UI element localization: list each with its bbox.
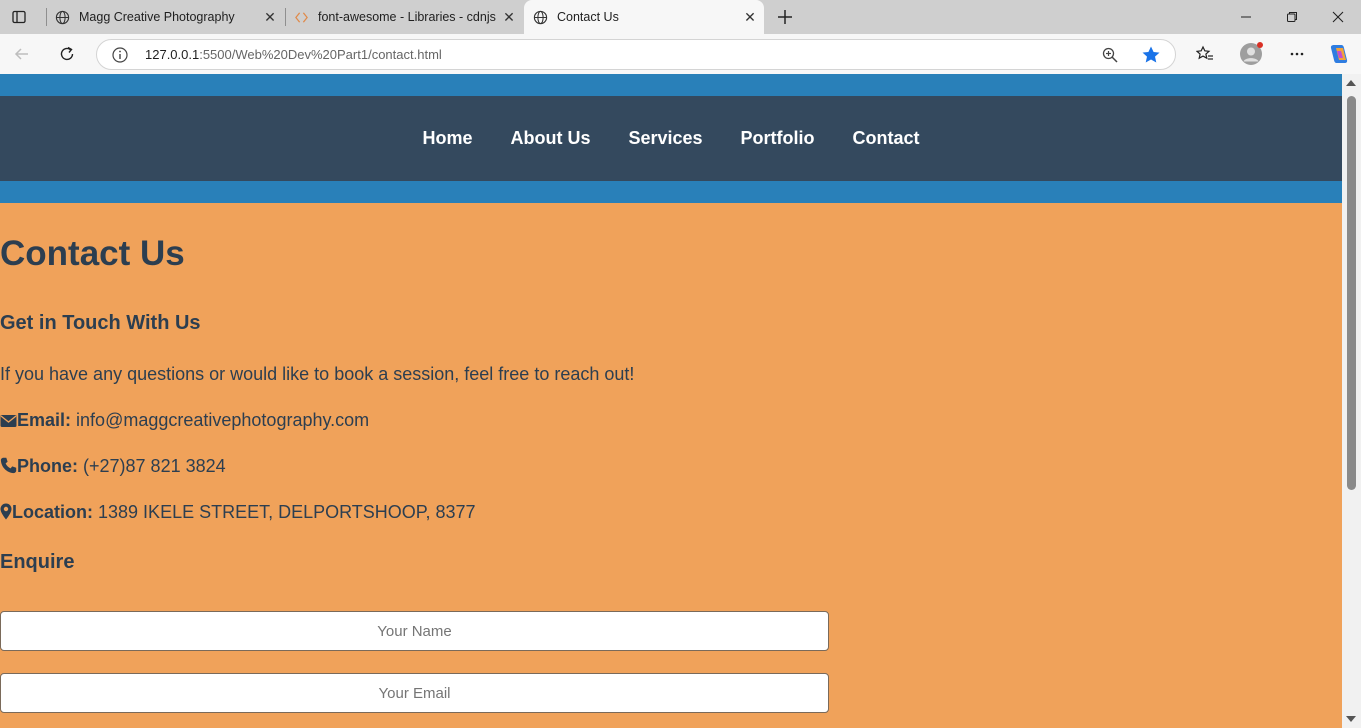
arrow-left-icon [14,48,28,60]
location-value: 1389 IKELE STREET, DELPORTSHOOP, 8377 [98,502,476,522]
favorites-button[interactable] [1191,40,1219,68]
close-tab-icon[interactable]: ✕ [260,7,280,27]
globe-icon [54,9,70,25]
name-input[interactable] [0,611,829,651]
scroll-up-arrow-icon[interactable] [1346,80,1356,86]
minimize-icon [1241,16,1251,18]
nav-link-services[interactable]: Services [628,128,702,149]
close-tab-icon[interactable]: ✕ [740,7,760,27]
more-dots-icon [1290,52,1304,56]
code-brackets-icon [293,9,309,25]
favorite-star-icon[interactable] [1141,45,1161,65]
tab-font-awesome[interactable]: font-awesome - Libraries - cdnjs - T ✕ [285,0,523,34]
browser-toolbar: 127.0.0.1:5500/Web%20Dev%20Part1/contact… [0,34,1361,74]
copilot-icon [1330,45,1348,63]
tab-title: Contact Us [557,10,619,24]
map-marker-icon [0,503,12,520]
tab-strip: Magg Creative Photography ✕ font-awesome… [0,0,1361,34]
enquire-heading: Enquire [0,551,75,573]
tab-contact-us[interactable]: Contact Us ✕ [524,0,764,34]
nav-link-about-us[interactable]: About Us [510,128,590,149]
phone-label: Phone: [17,456,78,476]
profile-button[interactable] [1237,40,1265,68]
zoom-icon[interactable] [1101,46,1119,64]
page-title: Contact Us [0,234,185,273]
nav-link-home[interactable]: Home [422,128,472,149]
email-input[interactable] [0,673,829,713]
scroll-down-arrow-icon[interactable] [1346,716,1356,722]
plus-icon [778,10,792,24]
favorites-list-icon [1196,45,1213,60]
close-icon [1332,11,1344,23]
main-nav: Home About Us Services Portfolio Contact [0,96,1342,181]
site-info-icon[interactable] [111,46,129,64]
nav-link-portfolio[interactable]: Portfolio [741,128,815,149]
new-tab-button[interactable] [773,5,797,29]
close-window-button[interactable] [1315,0,1361,34]
tab-title: Magg Creative Photography [79,10,235,24]
tab-magg-creative[interactable]: Magg Creative Photography ✕ [46,0,284,34]
url-text: 127.0.0.1:5500/Web%20Dev%20Part1/contact… [145,47,442,62]
phone-line: Phone: (+27)87 821 3824 [0,456,226,477]
location-line: Location: 1389 IKELE STREET, DELPORTSHOO… [0,502,476,523]
refresh-button[interactable] [53,40,81,68]
header-band: Home About Us Services Portfolio Contact [0,74,1342,203]
url-host: 127.0.0.1 [145,47,200,62]
address-bar[interactable]: 127.0.0.1:5500/Web%20Dev%20Part1/contact… [96,39,1176,70]
tab-actions-button[interactable] [6,5,32,29]
tab-title: font-awesome - Libraries - cdnjs - T [318,10,499,24]
location-label: Location: [12,502,93,522]
restore-icon [1287,12,1297,22]
phone-icon [0,457,17,474]
settings-menu-button[interactable] [1283,40,1311,68]
back-button[interactable] [8,40,36,68]
page-scrollbar[interactable] [1342,74,1361,728]
url-path: :5500/Web%20Dev%20Part1/contact.html [199,47,442,62]
envelope-icon [0,414,17,428]
page-viewport: Home About Us Services Portfolio Contact… [0,74,1342,728]
nav-link-contact[interactable]: Contact [853,128,920,149]
copilot-button[interactable] [1325,40,1353,68]
scroll-thumb[interactable] [1347,96,1356,490]
intro-text: If you have any questions or would like … [0,364,635,384]
tab-actions-icon [12,10,26,24]
phone-value: (+27)87 821 3824 [83,456,226,476]
close-tab-icon[interactable]: ✕ [499,7,519,27]
minimize-button[interactable] [1223,0,1269,34]
section-subtitle: Get in Touch With Us [0,312,201,334]
restore-button[interactable] [1269,0,1315,34]
avatar-icon [1240,42,1263,65]
globe-icon [532,9,548,25]
email-label: Email: [17,410,72,430]
refresh-icon [60,46,74,61]
email-line: Email: info@maggcreativephotography.com [0,410,369,431]
email-value: info@maggcreativephotography.com [76,410,370,430]
